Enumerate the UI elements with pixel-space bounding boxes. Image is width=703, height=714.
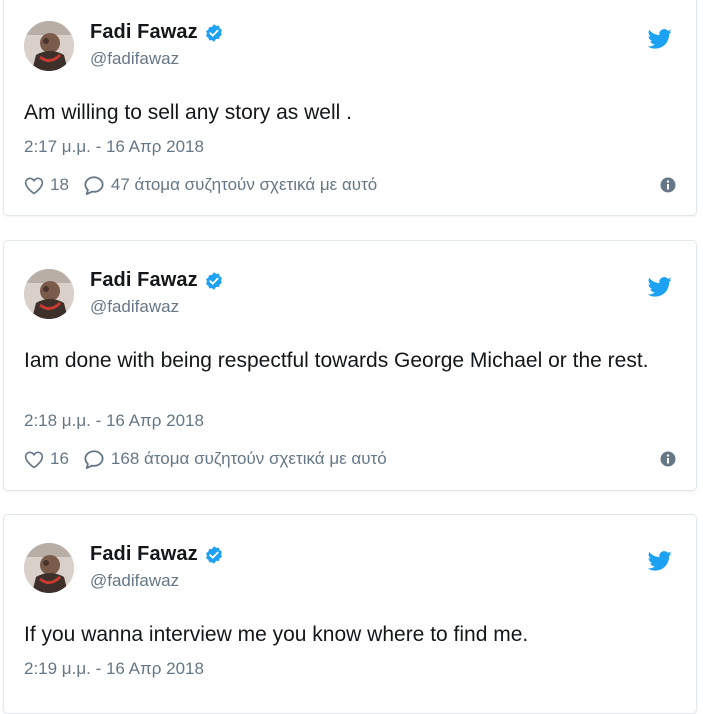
profile-avatar[interactable] bbox=[24, 543, 74, 593]
profile-avatar[interactable] bbox=[24, 21, 74, 71]
reply-count-text: 168 άτομα συζητούν σχετικά με αυτό bbox=[110, 449, 387, 468]
user-handle[interactable]: @fadifawaz bbox=[90, 297, 179, 317]
tweet-card[interactable]: Fadi Fawaz @fadifawaz Am willing to sell… bbox=[3, 0, 697, 216]
display-name[interactable]: Fadi Fawaz bbox=[90, 543, 198, 566]
twitter-bird-icon[interactable] bbox=[647, 29, 672, 49]
verified-badge-icon bbox=[204, 545, 224, 565]
tweet-timestamp[interactable]: 2:18 μ.μ. - 16 Απρ 2018 bbox=[24, 411, 204, 431]
verified-badge-icon bbox=[204, 271, 224, 291]
tweet-text: Iam done with being respectful towards G… bbox=[24, 349, 649, 372]
tweet-card[interactable]: Fadi Fawaz @fadifawaz If you wanna inter… bbox=[3, 514, 697, 714]
embedded-tweets-feed: Fadi Fawaz @fadifawaz Am willing to sell… bbox=[0, 0, 703, 714]
tweet-timestamp[interactable]: 2:17 μ.μ. - 16 Απρ 2018 bbox=[24, 137, 204, 157]
verified-badge-icon bbox=[204, 23, 224, 43]
heart-icon bbox=[24, 450, 44, 469]
user-handle[interactable]: @fadifawaz bbox=[90, 49, 179, 69]
twitter-bird-icon[interactable] bbox=[647, 277, 672, 297]
tweet-text: Am willing to sell any story as well . bbox=[24, 101, 352, 124]
display-name[interactable]: Fadi Fawaz bbox=[90, 269, 198, 292]
reply-button[interactable]: 47 άτομα συζητούν σχετικά με αυτό bbox=[83, 175, 377, 195]
info-icon[interactable] bbox=[660, 451, 676, 467]
info-icon[interactable] bbox=[660, 177, 676, 193]
reply-button[interactable]: 168 άτομα συζητούν σχετικά με αυτό bbox=[83, 449, 387, 469]
tweet-card[interactable]: Fadi Fawaz @fadifawaz Iam done with bein… bbox=[3, 240, 697, 491]
reply-bubble-icon bbox=[83, 175, 105, 195]
reply-count-text: 47 άτομα συζητούν σχετικά με αυτό bbox=[110, 175, 378, 194]
twitter-bird-icon[interactable] bbox=[647, 551, 672, 571]
tweet-timestamp[interactable]: 2:19 μ.μ. - 16 Απρ 2018 bbox=[24, 659, 204, 679]
like-button[interactable]: 18 bbox=[24, 175, 69, 195]
like-count: 16 bbox=[50, 449, 69, 468]
display-name[interactable]: Fadi Fawaz bbox=[90, 21, 198, 44]
like-button[interactable]: 16 bbox=[24, 449, 69, 469]
author-name-row: Fadi Fawaz bbox=[90, 21, 224, 44]
tweet-text: If you wanna interview me you know where… bbox=[24, 623, 529, 646]
author-name-row: Fadi Fawaz bbox=[90, 269, 224, 292]
heart-icon bbox=[24, 176, 44, 195]
like-count: 18 bbox=[50, 175, 69, 194]
tweet-actions: 16 168 άτομα συζητούν σχετικά με αυτό bbox=[24, 449, 676, 469]
author-name-row: Fadi Fawaz bbox=[90, 543, 224, 566]
reply-bubble-icon bbox=[83, 449, 105, 469]
user-handle[interactable]: @fadifawaz bbox=[90, 571, 179, 591]
profile-avatar[interactable] bbox=[24, 269, 74, 319]
tweet-actions: 18 47 άτομα συζητούν σχετικά με αυτό bbox=[24, 175, 676, 195]
